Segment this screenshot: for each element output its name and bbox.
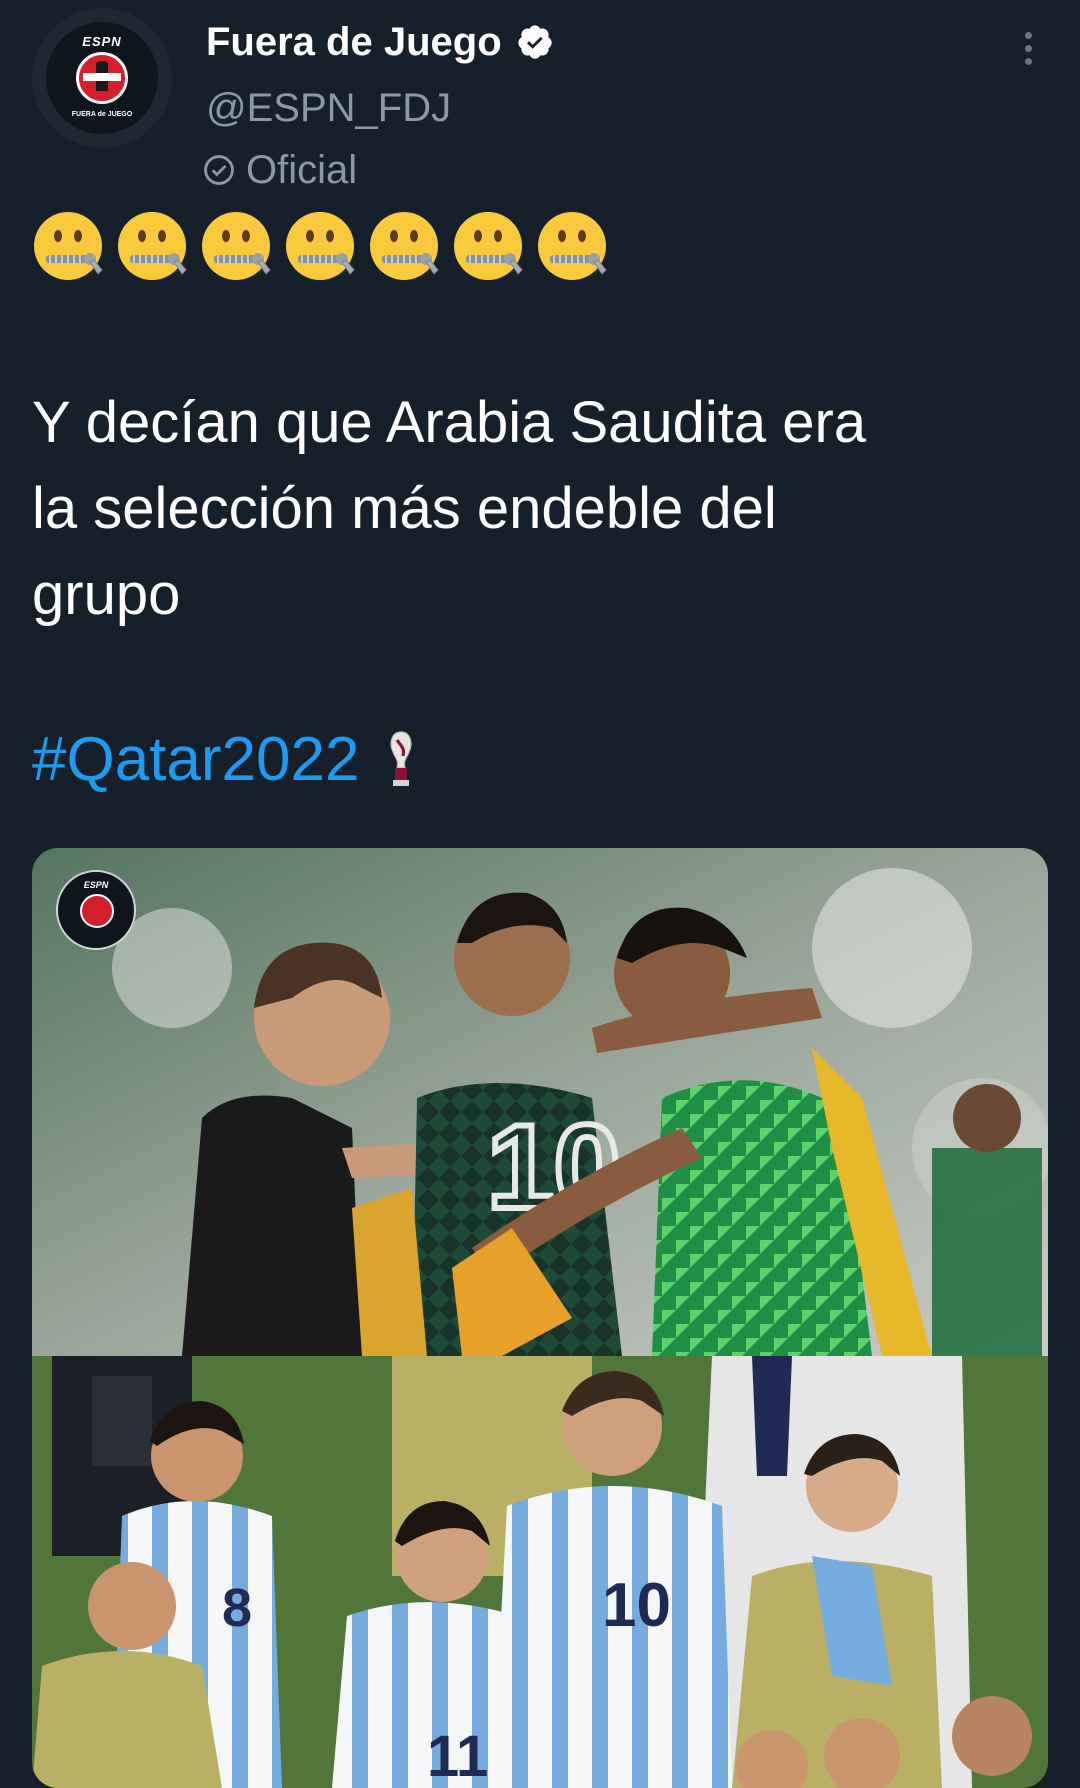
author-handle[interactable]: @ESPN_FDJ	[206, 84, 451, 132]
saudi-celebration-image: 10	[32, 848, 1048, 1356]
espn-logo-text: ESPN	[82, 34, 122, 49]
argentina-shirt-number-10: 10	[602, 1571, 671, 1640]
tweet: ESPN FUERA de JUEGO Fuera de Juego @ESPN…	[0, 0, 1080, 1788]
zipper-mouth-face-icon	[538, 212, 607, 280]
photo-argentina-players[interactable]: 8 10 11	[32, 1356, 1048, 1788]
tweet-text: Y decían que Arabia Saudita era la selec…	[32, 390, 867, 627]
verified-badge-icon	[517, 25, 552, 59]
official-label: Oficial	[246, 148, 358, 192]
zipper-mouth-face-icon	[202, 212, 271, 280]
author-display-name[interactable]: Fuera de Juego	[206, 18, 502, 66]
zipper-mouth-face-icon	[34, 212, 103, 280]
zipper-mouth-face-icon	[370, 212, 439, 280]
more-options-button[interactable]	[1010, 24, 1046, 72]
argentina-players-image: 8 10 11	[32, 1356, 1048, 1788]
more-dot-icon	[1024, 31, 1032, 39]
official-label-row: Oficial	[202, 146, 357, 194]
espn-watermark-logo: ESPN	[56, 870, 136, 950]
author-name-row: Fuera de Juego	[206, 18, 554, 66]
photo-saudi-celebration[interactable]: 10 ESPN	[32, 848, 1048, 1356]
fdj-badge-icon	[76, 52, 128, 104]
more-dot-icon	[1024, 57, 1032, 65]
more-dot-icon	[1024, 44, 1032, 52]
argentina-shirt-number-8: 8	[222, 1578, 252, 1638]
world-cup-trophy-icon	[391, 731, 412, 786]
tweet-media[interactable]: 10 ESPN 8 10 11	[32, 848, 1048, 1788]
hashtag-row: #Qatar2022	[32, 720, 417, 800]
espn-watermark-text: ESPN	[83, 880, 109, 890]
official-badge-icon	[204, 155, 234, 185]
fdj-watermark-badge-icon	[80, 894, 114, 928]
fuera-de-juego-logo: ESPN FUERA de JUEGO	[46, 22, 158, 134]
hashtag-link[interactable]: #Qatar2022	[32, 720, 359, 800]
avatar-caption: FUERA de JUEGO	[71, 111, 133, 118]
zipper-mouth-face-icon	[286, 212, 355, 280]
argentina-shirt-number-11: 11	[427, 1724, 488, 1788]
zipper-mouth-face-icon	[454, 212, 523, 280]
zipper-mouth-face-icon	[118, 212, 187, 280]
emoji-row	[32, 210, 612, 286]
author-avatar[interactable]: ESPN FUERA de JUEGO	[32, 8, 172, 148]
